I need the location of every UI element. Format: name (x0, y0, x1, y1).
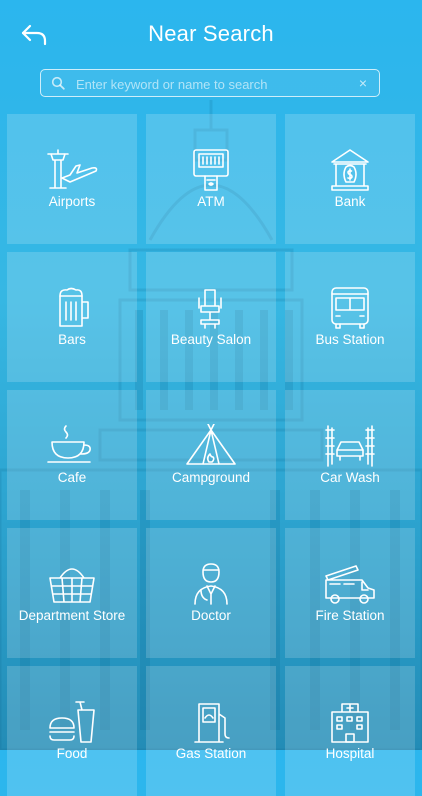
shopping-basket-icon (49, 568, 95, 603)
search-bar: × (40, 69, 380, 97)
category-tile-cafe[interactable]: Cafe (7, 390, 137, 520)
category-label: Cafe (57, 470, 87, 485)
category-label: Department Store (18, 608, 126, 623)
atm-icon (193, 149, 229, 191)
category-tile-gas-station[interactable]: Gas Station (146, 666, 276, 796)
category-tile-doctor[interactable]: Doctor (146, 528, 276, 658)
category-tile-department-store[interactable]: Department Store (7, 528, 137, 658)
category-tile-bank[interactable]: Bank (285, 114, 415, 244)
category-label: Food (56, 746, 88, 761)
category-tile-bars[interactable]: Bars (7, 252, 137, 382)
search-input[interactable] (74, 73, 348, 95)
category-tile-hospital[interactable]: Hospital (285, 666, 415, 796)
category-label: Bars (58, 332, 86, 347)
category-label: Hospital (325, 746, 375, 761)
category-tile-bus-station[interactable]: Bus Station (285, 252, 415, 382)
category-label: Airports (48, 194, 96, 209)
hospital-icon (331, 703, 369, 743)
airport-icon (47, 149, 98, 189)
category-label: ATM (197, 194, 225, 209)
category-label: Bus Station (315, 332, 385, 347)
category-label: Doctor (191, 608, 231, 623)
category-label: Bank (334, 194, 366, 209)
category-tile-car-wash[interactable]: Car Wash (285, 390, 415, 520)
category-label: Campground (171, 470, 251, 485)
beer-mug-icon (59, 287, 89, 327)
category-tile-airports[interactable]: Airports (7, 114, 137, 244)
category-tile-atm[interactable]: ATM (146, 114, 276, 244)
clear-search-button[interactable]: × (359, 75, 367, 91)
fast-food-icon (49, 701, 95, 743)
category-label: Gas Station (175, 746, 247, 761)
category-label: Fire Station (315, 608, 385, 623)
bus-icon (331, 287, 369, 329)
tent-icon (186, 424, 236, 465)
gas-pump-icon (194, 703, 230, 743)
doctor-icon (194, 563, 228, 605)
category-tile-beauty-salon[interactable]: Beauty Salon (146, 252, 276, 382)
category-tile-campground[interactable]: Campground (146, 390, 276, 520)
category-tile-food[interactable]: Food (7, 666, 137, 796)
coffee-cup-icon (47, 425, 91, 463)
category-label: Beauty Salon (170, 332, 252, 347)
fire-truck-icon (325, 565, 375, 604)
bank-icon (331, 149, 369, 191)
car-wash-icon (325, 425, 375, 467)
search-icon (51, 76, 65, 90)
salon-chair-icon (198, 289, 222, 329)
header-bar: Near Search (0, 0, 422, 68)
category-label: Car Wash (320, 470, 380, 485)
category-tile-fire-station[interactable]: Fire Station (285, 528, 415, 658)
page-title: Near Search (148, 21, 274, 46)
